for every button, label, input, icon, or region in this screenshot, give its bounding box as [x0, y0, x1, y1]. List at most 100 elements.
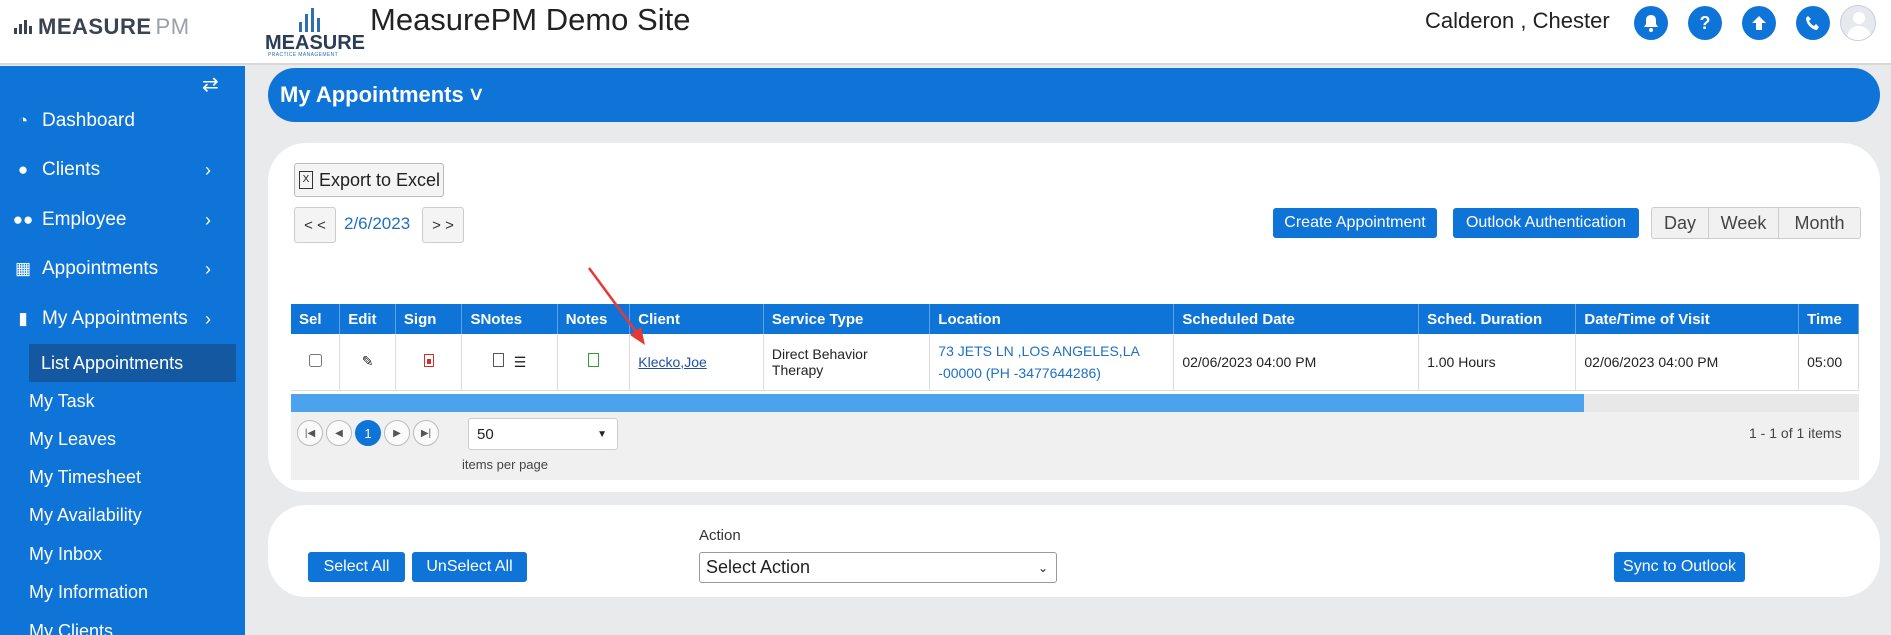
sidebar-item-label: Dashboard	[42, 110, 135, 131]
upload-icon[interactable]	[1742, 6, 1776, 40]
sidebar-item-dashboard[interactable]: ◔ Dashboard	[0, 97, 245, 145]
column-header[interactable]: Time	[1798, 304, 1859, 334]
sidebar-item-label: Clients	[42, 159, 101, 180]
items-per-page-label: items per page	[462, 457, 548, 472]
chevron-right-icon: ›	[205, 258, 211, 279]
first-page-icon[interactable]: |◀	[297, 420, 323, 446]
pager: |◀ ◀ 1 ▶ ▶| 50 ▼ items per page 1 - 1 of…	[291, 412, 1859, 480]
page-number-button[interactable]: 1	[355, 420, 381, 446]
sidebar-subitem-list-appointments[interactable]: List Appointments	[29, 344, 236, 382]
view-day-button[interactable]: Day	[1652, 208, 1709, 238]
column-header[interactable]: Edit	[339, 304, 396, 334]
excel-icon: X	[299, 171, 313, 189]
location-cell: 73 JETS LN ,LOS ANGELES,LA -00000 (PH -3…	[929, 334, 1175, 391]
column-header[interactable]: Sign	[395, 304, 463, 334]
practice-logo: MEASURE PRACTICE MANAGEMENT	[263, 6, 365, 58]
scrollbar-thumb[interactable]	[291, 394, 1584, 412]
page-title[interactable]: My Appointments ˅	[280, 82, 483, 108]
bell-icon[interactable]	[1634, 6, 1668, 40]
time-cell: 05:00	[1798, 334, 1859, 391]
phone-icon[interactable]	[1796, 6, 1830, 40]
select-all-button[interactable]: Select All	[308, 552, 405, 582]
note-icon[interactable]	[587, 353, 599, 368]
user-icon: ●	[17, 160, 29, 179]
sidebar-subitem-my-timesheet[interactable]: My Timesheet	[29, 458, 236, 496]
column-header[interactable]: Scheduled Date	[1173, 304, 1420, 334]
brand-logo[interactable]: MEASURE PM	[14, 14, 190, 40]
view-week-button[interactable]: Week	[1709, 208, 1779, 238]
scheduled-date-cell: 02/06/2023 04:00 PM	[1173, 334, 1420, 391]
practice-logo-subtext: PRACTICE MANAGEMENT	[268, 52, 339, 58]
sign-pdf-icon[interactable]	[423, 353, 434, 367]
column-header[interactable]: Sel	[291, 304, 341, 334]
select-cell	[291, 334, 341, 391]
column-header[interactable]: Client	[629, 304, 764, 334]
sidebar: ⇄ ◔ Dashboard ● Clients › ●● Employee › …	[0, 66, 245, 635]
view-month-button[interactable]: Month	[1779, 208, 1860, 238]
view-switcher: Day Week Month	[1651, 207, 1861, 239]
column-header[interactable]: Notes	[557, 304, 631, 334]
brand-logo-icon	[14, 20, 34, 34]
chevron-right-icon: ›	[205, 308, 211, 329]
sign-cell	[395, 334, 463, 391]
next-page-icon[interactable]: ▶	[384, 420, 410, 446]
sidebar-item-employee[interactable]: ●● Employee ›	[0, 196, 245, 244]
brand-logo-suffix: PM	[155, 14, 190, 39]
chevron-down-icon: ⌄	[1037, 560, 1048, 575]
sidebar-subitem-my-availability[interactable]: My Availability	[29, 496, 236, 534]
sync-outlook-button[interactable]: Sync to Outlook	[1614, 552, 1745, 582]
sidebar-item-label: My Appointments	[42, 308, 188, 329]
actions-panel	[268, 505, 1880, 597]
action-select[interactable]: Select Action ⌄	[699, 552, 1057, 583]
avatar[interactable]	[1840, 5, 1876, 41]
sidebar-subitem-my-information[interactable]: My Information	[29, 573, 236, 611]
sidebar-subitem-my-leaves[interactable]: My Leaves	[29, 420, 236, 458]
last-page-icon[interactable]: ▶|	[413, 420, 439, 446]
sidebar-toggle-icon[interactable]: ⇄	[202, 72, 219, 97]
column-header[interactable]: Date/Time of Visit	[1575, 304, 1800, 334]
sidebar-item-clients[interactable]: ● Clients ›	[0, 146, 245, 194]
unselect-all-button[interactable]: UnSelect All	[412, 552, 527, 582]
current-date: 2/6/2023	[344, 214, 411, 233]
top-header: MEASURE PM MEASURE PRACTICE MANAGEMENT Me…	[0, 0, 1891, 65]
sidebar-item-my-appointments[interactable]: ▮ My Appointments ›	[0, 295, 245, 343]
sidebar-subitem-my-inbox[interactable]: My Inbox	[29, 535, 236, 573]
row-select-checkbox[interactable]	[308, 353, 322, 367]
location-link[interactable]: 73 JETS LN ,LOS ANGELES,LA -00000 (PH -3…	[938, 343, 1139, 381]
column-header[interactable]: SNotes	[461, 304, 558, 334]
list-icon[interactable]: ☰	[514, 354, 527, 370]
book-icon: ▮	[18, 309, 28, 328]
prev-page-icon[interactable]: ◀	[326, 420, 352, 446]
column-header[interactable]: Sched. Duration	[1418, 304, 1577, 334]
table-header-row: Sel Edit Sign SNotes Notes Client Servic…	[291, 304, 1859, 334]
sidebar-subitem-my-clients[interactable]: My Clients	[29, 612, 236, 635]
calendar-icon: ▦	[14, 259, 32, 278]
next-date-button[interactable]: > >	[422, 207, 464, 243]
chevron-down-icon: ˅	[463, 82, 483, 107]
visit-cell: 02/06/2023 04:00 PM	[1575, 334, 1800, 391]
chevron-right-icon: ›	[205, 209, 211, 230]
outlook-authentication-button[interactable]: Outlook Authentication	[1453, 208, 1639, 238]
horizontal-scrollbar[interactable]	[291, 394, 1859, 412]
column-header[interactable]: Location	[929, 304, 1175, 334]
export-excel-button[interactable]: X Export to Excel	[294, 163, 444, 197]
sidebar-item-label: Appointments	[42, 258, 159, 279]
dashboard-icon: ◔	[17, 111, 29, 130]
pencil-icon[interactable]: ✎	[362, 353, 374, 369]
help-icon[interactable]: ?	[1688, 6, 1722, 40]
client-link[interactable]: Klecko,Joe	[638, 354, 706, 370]
edit-cell: ✎	[339, 334, 396, 391]
create-appointment-button[interactable]: Create Appointment	[1273, 208, 1437, 238]
page-size-select[interactable]: 50 ▼	[468, 418, 618, 450]
chevron-right-icon: ›	[205, 159, 211, 180]
sidebar-subitem-my-task[interactable]: My Task	[29, 382, 236, 420]
user-name[interactable]: Calderon , Chester	[1425, 8, 1610, 34]
brand-logo-text: MEASURE	[38, 14, 152, 39]
page-title-bar: My Appointments ˅	[268, 68, 1880, 122]
snotes-cell: ☰	[461, 334, 558, 391]
prev-date-button[interactable]: < <	[294, 207, 336, 243]
sidebar-item-appointments[interactable]: ▦ Appointments ›	[0, 245, 245, 293]
practice-logo-icon	[299, 8, 329, 32]
column-header[interactable]: Service Type	[763, 304, 931, 334]
document-icon[interactable]	[492, 352, 504, 367]
